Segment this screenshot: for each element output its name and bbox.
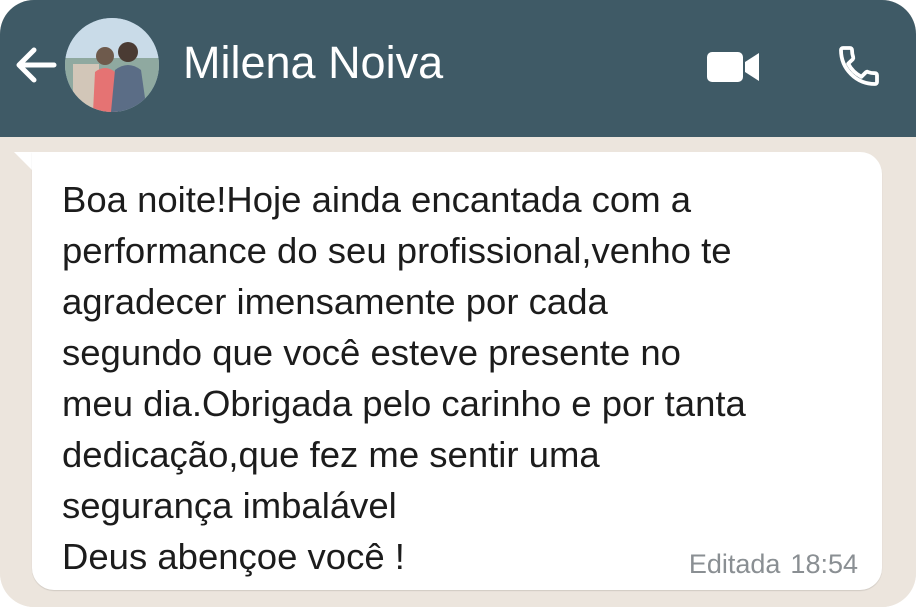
edited-label: Editada <box>688 549 781 579</box>
phone-icon <box>839 46 879 86</box>
video-camera-icon <box>707 52 759 82</box>
video-call-button[interactable] <box>700 40 766 94</box>
voice-call-button[interactable] <box>826 34 892 98</box>
message-text: Boa noite!Hoje ainda encantada com a per… <box>62 179 746 577</box>
arrow-left-icon <box>16 47 57 83</box>
chat-screen: Milena Noiva Boa noite!Hoje ainda encant… <box>0 0 916 607</box>
message-time: 18:54 <box>790 549 858 579</box>
back-button[interactable] <box>8 38 62 92</box>
avatar-photo <box>65 18 159 112</box>
contact-name[interactable]: Milena Noiva <box>183 34 443 92</box>
message-bubble[interactable]: Boa noite!Hoje ainda encantada com a per… <box>32 152 882 590</box>
contact-avatar[interactable] <box>65 18 159 112</box>
message-meta: Editada 18:54 <box>689 549 858 580</box>
chat-header: Milena Noiva <box>0 0 916 137</box>
